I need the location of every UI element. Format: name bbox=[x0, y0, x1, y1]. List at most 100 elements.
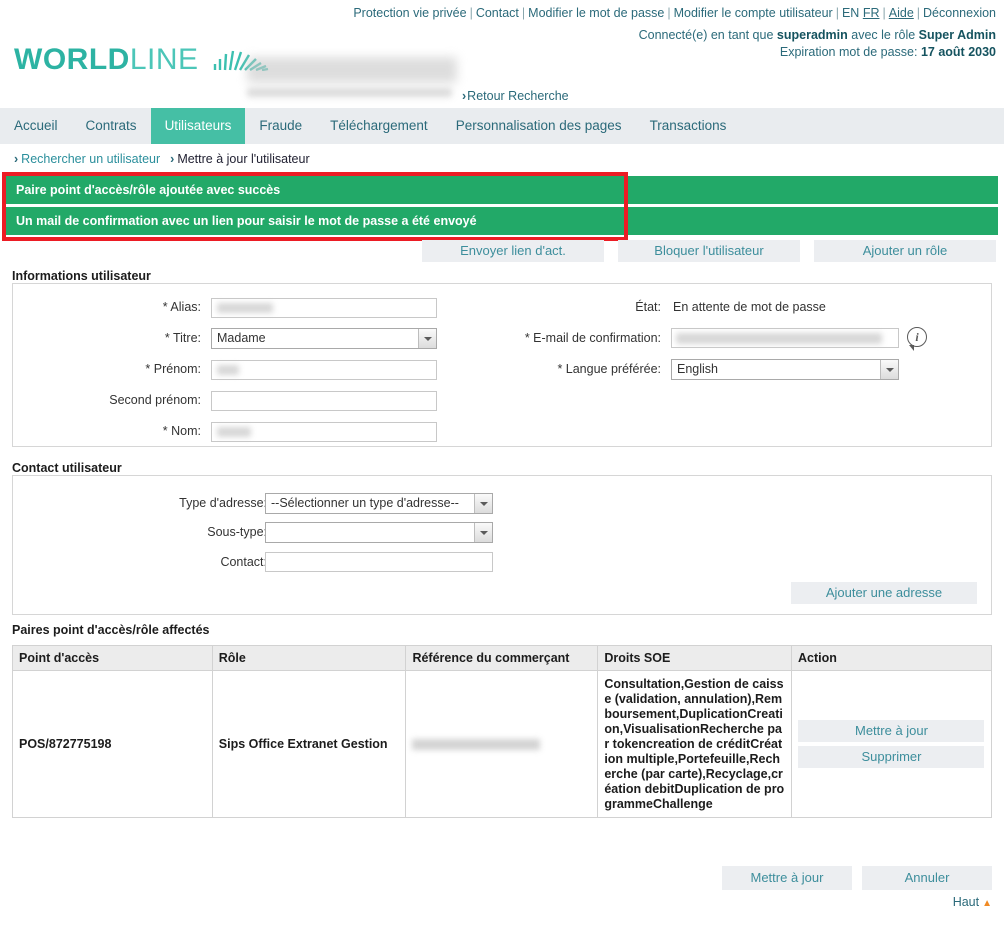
roles-table: Point d'accès Rôle Référence du commerça… bbox=[12, 645, 993, 818]
merchant-reference-redacted bbox=[412, 739, 541, 751]
firstname-value-redacted bbox=[217, 365, 239, 375]
email-label: * E-mail de confirmation: bbox=[524, 331, 661, 345]
session-middle: avec le rôle bbox=[851, 28, 916, 42]
password-expiry-line: Expiration mot de passe: 17 août 2030 bbox=[639, 44, 996, 61]
address-type-select[interactable]: --Sélectionner un type d'adresse-- bbox=[265, 493, 493, 514]
add-address-button[interactable]: Ajouter une adresse bbox=[791, 582, 977, 604]
link-lang-en[interactable]: EN bbox=[842, 6, 859, 20]
page-root: Protection vie privée | Contact | Modifier l… bbox=[0, 0, 1004, 937]
tab-utilisateurs[interactable]: Utilisateurs bbox=[150, 108, 246, 144]
link-change-password[interactable]: Modifier le mot de passe bbox=[528, 6, 664, 20]
link-logout[interactable]: Déconnexion bbox=[923, 6, 996, 20]
main-navigation: Accueil Contrats Utilisateurs Fraude Télécha… bbox=[0, 108, 1004, 144]
success-alert-mail-sent: Un mail de confirmation avec un lien pou… bbox=[6, 207, 998, 235]
breadcrumb-item-update-user: Mettre à jour l'utilisateur bbox=[177, 152, 310, 166]
table-row: POS/872775198 Sips Office Extranet Gesti… bbox=[12, 670, 993, 818]
link-help[interactable]: Aide bbox=[889, 6, 914, 20]
success-alert-role-added: Paire point d'accès/rôle ajoutée avec su… bbox=[6, 176, 998, 204]
footer-cancel-button[interactable]: Annuler bbox=[862, 866, 992, 890]
worldline-logo: WORLDLINE bbox=[14, 43, 269, 79]
state-value: En attente de mot de passe bbox=[673, 300, 826, 314]
contact-section-title: Contact utilisateur bbox=[12, 461, 122, 475]
cell-access-point: POS/872775198 bbox=[12, 670, 213, 818]
column-action: Action bbox=[790, 645, 993, 671]
subtype-label: Sous-type: bbox=[207, 525, 267, 539]
language-select[interactable]: English bbox=[671, 359, 899, 380]
back-to-search-link[interactable]: ›Retour Recherche bbox=[462, 89, 569, 103]
chevron-down-icon bbox=[474, 523, 492, 542]
password-expiry-value: 17 août 2030 bbox=[920, 45, 996, 59]
breadcrumb: › Rechercher un utilisateur › Mettre à jour… bbox=[14, 152, 310, 166]
middlename-input[interactable] bbox=[211, 391, 437, 411]
link-contact[interactable]: Contact bbox=[476, 6, 519, 20]
send-activation-link-button[interactable]: Envoyer lien d'act. bbox=[422, 240, 604, 262]
logo-text-light: LINE bbox=[129, 43, 199, 76]
address-type-label: Type d'adresse: bbox=[179, 496, 267, 510]
lastname-label: * Nom: bbox=[162, 424, 201, 438]
session-username: superadmin bbox=[776, 28, 848, 42]
column-access-point: Point d'accès bbox=[12, 645, 213, 671]
info-icon[interactable]: i bbox=[907, 327, 927, 351]
email-value-redacted bbox=[676, 333, 882, 344]
separator: | bbox=[521, 6, 526, 20]
subtype-select[interactable] bbox=[265, 522, 493, 543]
separator: | bbox=[835, 6, 839, 20]
column-role: Rôle bbox=[211, 645, 407, 671]
entity-name-redacted bbox=[247, 57, 457, 83]
chevron-down-icon bbox=[418, 329, 436, 348]
tab-contrats[interactable]: Contrats bbox=[72, 108, 151, 144]
table-header-row: Point d'accès Rôle Référence du commerça… bbox=[12, 645, 993, 671]
cell-merchant-reference bbox=[405, 670, 599, 818]
chevron-right-icon: › bbox=[14, 152, 19, 166]
language-label: * Langue préférée: bbox=[557, 362, 661, 376]
tab-accueil[interactable]: Accueil bbox=[0, 108, 72, 144]
contact-label: Contact: bbox=[220, 555, 267, 569]
footer-update-button[interactable]: Mettre à jour bbox=[722, 866, 852, 890]
entity-subtitle-redacted bbox=[247, 88, 452, 97]
block-user-button[interactable]: Bloquer l'utilisateur bbox=[618, 240, 800, 262]
session-line: Connecté(e) en tant que superadmin avec … bbox=[639, 27, 996, 44]
session-info: Connecté(e) en tant que superadmin avec … bbox=[639, 27, 996, 61]
separator: | bbox=[916, 6, 921, 20]
back-to-top-label: Haut bbox=[952, 895, 980, 909]
separator: | bbox=[667, 6, 671, 20]
cell-role: Sips Office Extranet Gestion bbox=[211, 670, 407, 818]
contact-panel: Type d'adresse: --Sélectionner un type d… bbox=[12, 475, 992, 615]
tab-telechargement[interactable]: Téléchargement bbox=[316, 108, 442, 144]
firstname-input[interactable] bbox=[211, 360, 437, 380]
contact-input[interactable] bbox=[265, 552, 493, 572]
link-change-account[interactable]: Modifier le compte utilisateur bbox=[674, 6, 833, 20]
lastname-value-redacted bbox=[217, 427, 251, 437]
title-select[interactable]: Madame bbox=[211, 328, 437, 349]
logo-text-bold: WORLD bbox=[14, 43, 130, 76]
top-utility-links: Protection vie privée | Contact | Modifier l… bbox=[353, 6, 996, 20]
separator: | bbox=[469, 6, 473, 20]
chevron-right-icon: › bbox=[170, 152, 175, 166]
chevron-right-icon: › bbox=[462, 89, 467, 103]
cell-action: Mettre à jour Supprimer bbox=[790, 670, 993, 818]
add-role-button[interactable]: Ajouter un rôle bbox=[814, 240, 996, 262]
tab-personnalisation[interactable]: Personnalisation des pages bbox=[442, 108, 636, 144]
title-label: * Titre: bbox=[164, 331, 201, 345]
back-to-top-link[interactable]: Haut ▲ bbox=[953, 895, 992, 909]
link-lang-fr[interactable]: FR bbox=[863, 6, 880, 20]
row-delete-button[interactable]: Supprimer bbox=[798, 746, 985, 768]
middlename-label: Second prénom: bbox=[109, 393, 201, 407]
tab-transactions[interactable]: Transactions bbox=[636, 108, 741, 144]
link-privacy[interactable]: Protection vie privée bbox=[353, 6, 466, 20]
breadcrumb-item-search-user[interactable]: Rechercher un utilisateur bbox=[21, 152, 160, 166]
address-type-select-value: --Sélectionner un type d'adresse-- bbox=[271, 496, 459, 510]
chevron-down-icon bbox=[880, 360, 898, 379]
alias-label: * Alias: bbox=[162, 300, 201, 314]
row-update-button[interactable]: Mettre à jour bbox=[798, 720, 985, 742]
user-action-buttons: Envoyer lien d'act. Bloquer l'utilisateur… bbox=[422, 240, 996, 262]
firstname-label: * Prénom: bbox=[145, 362, 201, 376]
session-prefix: Connecté(e) en tant que bbox=[638, 28, 774, 42]
column-merchant-reference: Référence du commerçant bbox=[405, 645, 599, 671]
password-expiry-label: Expiration mot de passe: bbox=[779, 45, 918, 59]
cell-soe-rights: Consultation,Gestion de caisse (validati… bbox=[597, 670, 792, 818]
alias-value-redacted bbox=[217, 303, 273, 313]
separator: | bbox=[882, 6, 886, 20]
column-soe-rights: Droits SOE bbox=[597, 645, 792, 671]
tab-fraude[interactable]: Fraude bbox=[245, 108, 316, 144]
